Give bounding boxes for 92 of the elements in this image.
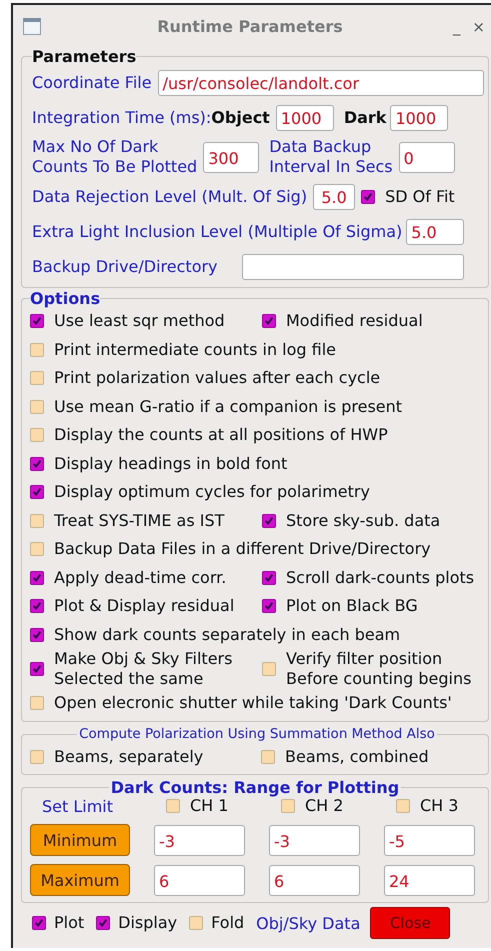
option-label: Beams, separately bbox=[54, 746, 204, 767]
checkbox[interactable] bbox=[32, 916, 46, 930]
checkbox[interactable] bbox=[30, 599, 44, 614]
input-field[interactable]: 6 bbox=[154, 864, 245, 896]
option-label: Use mean G-ratio if a companion is present bbox=[54, 396, 402, 417]
field-label: Set Limit bbox=[41, 796, 114, 816]
input-field[interactable]: 5.0 bbox=[313, 184, 356, 210]
input-field[interactable]: 24 bbox=[384, 864, 475, 896]
option-label: Beams, combined bbox=[285, 746, 429, 767]
field-label: Data Backup Interval In Secs bbox=[269, 137, 393, 177]
option-label: Plot bbox=[54, 913, 84, 933]
option-label: Print intermediate counts in log file bbox=[54, 340, 336, 360]
option-label: Verify filter position Before counting begins bbox=[286, 649, 472, 689]
input-field[interactable]: 1000 bbox=[276, 104, 334, 130]
field-label: Obj/Sky Data bbox=[256, 914, 360, 932]
checkbox[interactable] bbox=[396, 799, 410, 813]
field-label: Max No Of Dark Counts To Be Plotted bbox=[32, 137, 198, 177]
input-field[interactable]: 6 bbox=[269, 864, 360, 896]
group-title: Compute Polarization Using Summation Method Also bbox=[78, 726, 436, 742]
option-label: SD Of Fit bbox=[385, 186, 455, 206]
checkbox[interactable] bbox=[30, 428, 44, 442]
checkbox[interactable] bbox=[30, 542, 44, 556]
checkbox[interactable] bbox=[30, 750, 44, 764]
checkbox[interactable] bbox=[30, 662, 44, 676]
checkbox[interactable] bbox=[30, 570, 44, 585]
field-label: Object bbox=[211, 108, 270, 127]
range-button[interactable]: Maximum bbox=[30, 864, 130, 896]
field-label: Extra Light Inclusion Level (Multiple Of Sigma) bbox=[32, 222, 402, 241]
option-label: Print polarization values after each cycle bbox=[54, 368, 380, 388]
option-label: Backup Data Files in a different Drive/Directory bbox=[54, 539, 431, 560]
window-icon bbox=[23, 18, 41, 35]
option-label: CH 2 bbox=[305, 796, 344, 816]
option-label: Treat SYS-TIME as IST bbox=[54, 510, 224, 531]
checkbox[interactable] bbox=[166, 799, 180, 813]
close-button[interactable]: × bbox=[472, 18, 485, 36]
input-field[interactable]: /usr/consolec/landolt.cor bbox=[158, 70, 484, 96]
option-label: Fold bbox=[211, 913, 244, 933]
input-field[interactable] bbox=[242, 254, 464, 280]
input-field[interactable]: 1000 bbox=[390, 104, 448, 130]
option-label: Show dark counts separately in each beam bbox=[54, 624, 400, 645]
checkbox[interactable] bbox=[262, 599, 276, 614]
option-label: Plot on Black BG bbox=[286, 596, 418, 616]
checkbox[interactable] bbox=[281, 799, 295, 813]
range-button[interactable]: Minimum bbox=[30, 824, 130, 856]
field-label: Integration Time (ms): bbox=[32, 108, 212, 127]
field-label: Backup Drive/Directory bbox=[32, 257, 218, 276]
option-label: Display the counts at all positions of HWP bbox=[54, 425, 388, 446]
checkbox[interactable] bbox=[30, 485, 44, 500]
checkbox[interactable] bbox=[361, 190, 376, 204]
checkbox[interactable] bbox=[30, 400, 44, 414]
option-label: Display headings in bold font bbox=[54, 454, 288, 474]
window-title: Runtime Parameters bbox=[156, 17, 344, 36]
input-field[interactable]: -3 bbox=[269, 824, 360, 856]
field-label: Data Rejection Level (Mult. Of Sig) bbox=[32, 187, 308, 206]
option-label: Display bbox=[118, 913, 178, 933]
option-label: Scroll dark-counts plots bbox=[286, 568, 474, 588]
option-label: Display optimum cycles for polarimetry bbox=[54, 482, 370, 502]
option-label: CH 3 bbox=[420, 796, 458, 816]
checkbox[interactable] bbox=[30, 456, 44, 471]
option-label: CH 1 bbox=[190, 796, 228, 816]
checkbox[interactable] bbox=[262, 514, 276, 528]
option-label: Make Obj & Sky Filters Selected the same bbox=[54, 649, 232, 689]
input-field[interactable]: -5 bbox=[384, 824, 475, 856]
option-label: Modified residual bbox=[286, 311, 423, 332]
checkbox[interactable] bbox=[30, 696, 44, 710]
checkbox[interactable] bbox=[30, 371, 44, 386]
input-field[interactable]: 0 bbox=[398, 142, 455, 172]
option-label: Plot & Display residual bbox=[54, 596, 234, 616]
checkbox[interactable] bbox=[30, 314, 44, 328]
checkbox[interactable] bbox=[96, 916, 110, 930]
input-field[interactable]: -3 bbox=[154, 824, 245, 856]
input-field[interactable]: 300 bbox=[203, 142, 260, 172]
group-title: Dark Counts: Range for Plotting bbox=[110, 779, 400, 796]
checkbox[interactable] bbox=[189, 916, 204, 930]
option-label: Apply dead-time corr. bbox=[54, 568, 226, 588]
checkbox[interactable] bbox=[30, 342, 44, 357]
input-field[interactable]: 5.0 bbox=[406, 218, 464, 244]
field-label: Dark bbox=[344, 108, 386, 127]
close-button[interactable]: Close bbox=[370, 907, 450, 939]
option-label: Open elecronic shutter while taking 'Dark Counts' bbox=[54, 693, 452, 714]
checkbox[interactable] bbox=[262, 314, 276, 328]
group-title: Parameters bbox=[32, 48, 136, 65]
option-label: Use least sqr method bbox=[54, 311, 225, 332]
checkbox[interactable] bbox=[262, 662, 276, 676]
minimize-button[interactable]: _ bbox=[452, 18, 460, 36]
checkbox[interactable] bbox=[261, 750, 275, 764]
checkbox[interactable] bbox=[30, 628, 44, 642]
checkbox[interactable] bbox=[30, 514, 44, 528]
checkbox[interactable] bbox=[262, 570, 276, 585]
group-title: Options bbox=[30, 290, 100, 307]
field-label: Coordinate File bbox=[32, 73, 152, 92]
option-label: Store sky-sub. data bbox=[286, 510, 440, 531]
